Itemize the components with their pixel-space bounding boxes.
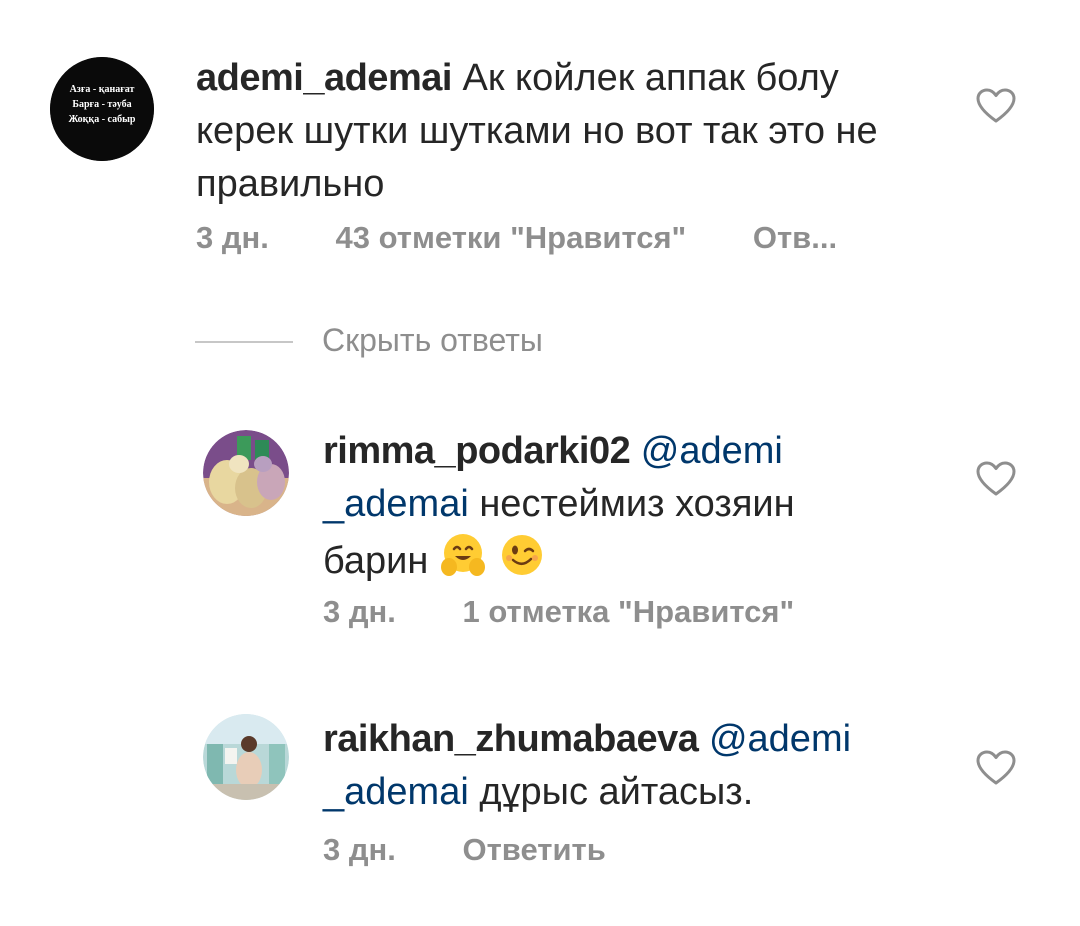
reply-text: дұрыс айтасыз. — [468, 771, 754, 813]
avatar[interactable]: Азға - қанағат Барға - тәуба Жоққа - саб… — [50, 57, 154, 161]
avatar-text-line: Барға - тәуба — [72, 99, 131, 110]
hugging-face-emoji — [440, 534, 485, 576]
reply-text: барин — [323, 540, 439, 582]
reply-username[interactable]: raikhan_zhumabaeva — [323, 718, 699, 760]
mention-link[interactable]: _ademai — [323, 483, 469, 525]
reply-item: rimma_podarki02 @ademi _ademai нестеймиз… — [0, 420, 1080, 640]
avatar-text-line: Жоққа - сабыр — [69, 114, 136, 125]
avatar-text-line: Азға - қанағат — [70, 84, 135, 95]
heart-outline-icon[interactable] — [976, 88, 1016, 124]
comment-body: ademi_ademai Ак койлек аппак болу керек … — [196, 52, 936, 211]
reply-body: raikhan_zhumabaeva @ademi _ademai дұрыс … — [323, 713, 943, 819]
comment-item: Азға - қанағат Барға - тәуба Жоққа - саб… — [0, 0, 1080, 300]
reply-text: нестеймиз хозяин — [468, 483, 795, 525]
hide-replies-label[interactable]: Скрыть ответы — [322, 322, 543, 359]
comment-time: 3 дн. — [196, 220, 269, 255]
comment-likes[interactable]: 43 отметки "Нравится" — [336, 220, 687, 256]
reply-button[interactable]: Отв... — [753, 220, 837, 256]
reply-time: 3 дн. — [323, 594, 396, 629]
reply-meta: 3 дн. 1 отметка "Нравится" — [323, 594, 794, 630]
mention-link[interactable]: @ademi — [641, 430, 783, 472]
mention-link[interactable]: _ademai — [323, 771, 469, 813]
avatar[interactable] — [203, 714, 289, 800]
comment-meta: 3 дн. 43 отметки "Нравится" Отв... — [196, 220, 837, 256]
avatar[interactable] — [203, 430, 289, 516]
heart-outline-icon[interactable] — [976, 750, 1016, 786]
reply-item: raikhan_zhumabaeva @ademi _ademai дұрыс … — [0, 708, 1080, 908]
reply-button[interactable]: Ответить — [463, 832, 606, 868]
comment-username[interactable]: ademi_ademai — [196, 57, 452, 99]
reply-meta: 3 дн. Ответить — [323, 832, 606, 868]
reply-username[interactable]: rimma_podarki02 — [323, 430, 631, 472]
heart-outline-icon[interactable] — [976, 461, 1016, 497]
divider — [195, 341, 293, 343]
reply-time: 3 дн. — [323, 832, 396, 867]
winking-face-emoji — [501, 535, 542, 575]
mention-link[interactable]: @ademi — [709, 718, 851, 760]
reply-body: rimma_podarki02 @ademi _ademai нестеймиз… — [323, 425, 943, 588]
reply-likes[interactable]: 1 отметка "Нравится" — [463, 594, 795, 630]
